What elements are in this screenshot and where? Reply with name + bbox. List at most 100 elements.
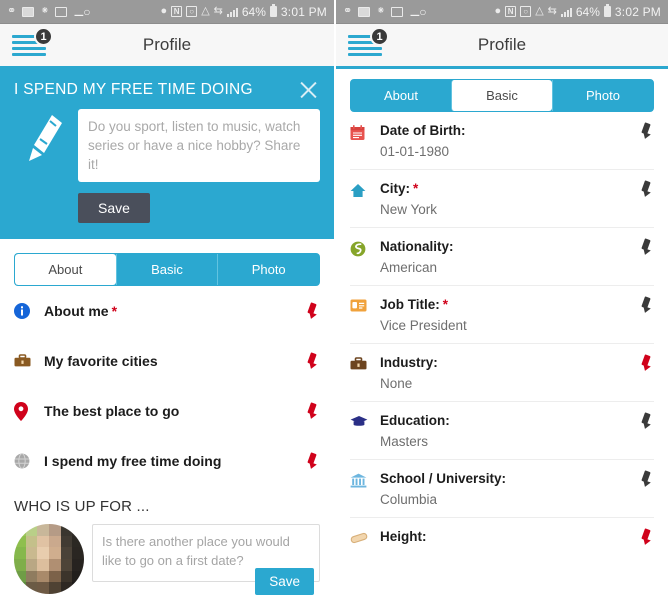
list-item-label: About me * [44,303,306,319]
menu-badge: 1 [370,27,389,46]
id-card-icon [350,297,380,312]
tab-about[interactable]: About [15,254,116,285]
signal-icon [560,7,572,17]
nfc-icon: N [505,6,517,17]
left-phone-screen: ⚭ ⁕ ⚊○ ● N ○ △ ⇆ 64% 3:01 PM 1 Profile I… [0,0,334,601]
menu-badge: 1 [34,27,53,46]
pencil-edit-icon[interactable] [306,302,320,321]
about-me-label: About me [44,303,109,319]
checkmark-list-icon: ⁕ [40,5,50,17]
sync-icon: ⇆ [213,5,223,17]
globe-icon [14,453,44,469]
pencil-edit-icon[interactable] [640,412,654,431]
list-item-free-time[interactable]: I spend my free time doing [14,436,320,486]
image-icon [391,6,404,17]
pencil-edit-icon[interactable] [640,470,654,489]
promo-card-header: I SPEND MY FREE TIME DOING [14,79,320,101]
pencil-edit-icon[interactable] [306,402,320,421]
list-item-favorite-cities[interactable]: My favorite cities [14,336,320,386]
about-list: About me * My favorite cities The best p… [0,286,334,486]
pencil-icon [14,109,78,169]
bank-icon [350,471,380,488]
pencil-edit-icon[interactable] [640,238,654,257]
pencil-edit-icon[interactable] [306,352,320,371]
pencil-edit-icon[interactable] [640,528,654,547]
field-row-height[interactable]: Height: [350,518,654,555]
mail-icon [22,6,35,17]
status-bar-left-icons: ⚭ ⁕ ⚊○ [7,4,90,19]
field-row-job-title[interactable]: Job Title: * Vice President [350,286,654,344]
home-icon [350,181,380,198]
graduation-cap-icon [350,413,380,428]
field-row-date-of-birth[interactable]: Date of Birth: 01-01-1980 [350,112,654,170]
field-value: American [380,260,438,275]
pencil-edit-icon[interactable] [640,296,654,315]
who-is-up-for-body: Is there another place you would like to… [14,524,320,595]
key-icon: ⚊○ [409,4,426,19]
key-icon: ⚊○ [73,4,90,19]
who-is-up-for-title: WHO IS UP FOR ... [14,498,150,515]
battery-icon [269,4,277,17]
briefcase-icon [14,354,44,368]
first-date-placeholder: Is there another place you would like to… [102,534,290,568]
pencil-edit-icon[interactable] [640,122,654,141]
location-icon: ● [494,5,502,17]
clock-label: 3:02 PM [614,4,661,19]
tab-basic[interactable]: Basic [115,254,218,285]
checkmark-list-icon: ⁕ [376,5,386,17]
pencil-edit-icon[interactable] [640,354,654,373]
pencil-edit-icon[interactable] [306,452,320,471]
battery-percent-label: 64% [241,4,266,19]
save-button[interactable]: Save [255,568,314,595]
field-label: City: * [380,181,640,196]
status-bar-right-icons: ● N ○ △ ⇆ 64% 3:02 PM [494,4,661,19]
field-row-city[interactable]: City: * New York [350,170,654,228]
location-outline-icon: ⚭ [7,5,17,17]
field-row-nationality[interactable]: Nationality: American [350,228,654,286]
location-outline-icon: ⚭ [343,5,353,17]
required-star: * [111,303,118,319]
list-item-best-place[interactable]: The best place to go [14,386,320,436]
menu-button[interactable]: 1 [348,27,394,60]
tab-about[interactable]: About [351,80,451,111]
alarm-icon: ○ [520,6,532,17]
app-header-left: 1 Profile [0,24,334,69]
save-button[interactable]: Save [78,193,150,223]
app-header-right: 1 Profile [336,24,668,69]
image-icon [55,6,68,17]
alarm-icon: ○ [186,6,198,17]
dual-screenshot: ⚭ ⁕ ⚊○ ● N ○ △ ⇆ 64% 3:01 PM 1 Profile I… [0,0,668,601]
avatar [14,524,84,594]
field-row-industry[interactable]: Industry: None [350,344,654,402]
field-value: 01-01-1980 [380,144,450,159]
calendar-icon [350,123,380,141]
promo-card-body: Do you sport, listen to music, watch ser… [14,109,320,223]
list-item-label: The best place to go [44,403,180,419]
hobby-input[interactable]: Do you sport, listen to music, watch ser… [78,109,320,182]
hamburger-line [348,53,382,56]
tab-basic[interactable]: Basic [451,80,552,111]
field-content: Nationality: American [380,239,640,275]
field-value: New York [380,202,438,217]
mail-icon [358,6,371,17]
close-icon[interactable] [298,79,320,101]
field-content: Height: [380,529,640,544]
field-value: Columbia [380,492,438,507]
battery-percent-label: 64% [575,4,600,19]
list-item-about-me[interactable]: About me * [14,286,320,336]
who-is-up-for-section: WHO IS UP FOR ... Is there another place… [0,486,334,595]
tab-photo[interactable]: Photo [217,254,319,285]
menu-button[interactable]: 1 [12,27,58,60]
tab-photo[interactable]: Photo [552,80,653,111]
required-star: * [413,181,419,196]
field-content: City: * New York [380,181,640,217]
list-item-label: My favorite cities [44,353,158,369]
basic-info-list: Date of Birth: 01-01-1980 City: * New Yor… [336,112,668,555]
first-date-input[interactable]: Is there another place you would like to… [92,524,320,595]
field-row-education[interactable]: Education: Masters [350,402,654,460]
pencil-edit-icon[interactable] [640,180,654,199]
field-label: Job Title: * [380,297,640,312]
field-content: Industry: None [380,355,640,391]
field-label: School / University: [380,471,507,486]
field-row-school-university[interactable]: School / University: Columbia [350,460,654,518]
